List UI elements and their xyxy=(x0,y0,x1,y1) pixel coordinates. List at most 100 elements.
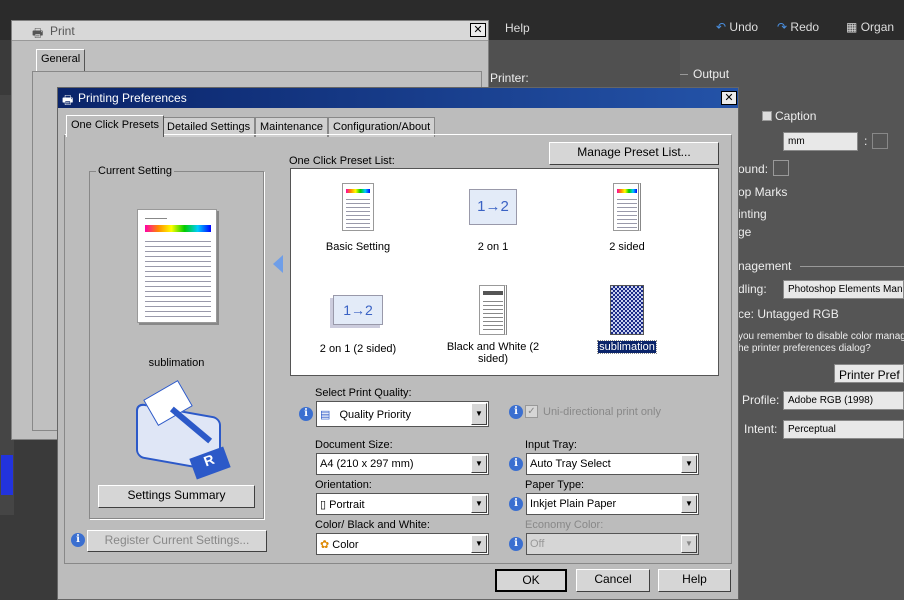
undo-button[interactable]: ↶ Undo xyxy=(716,20,758,34)
colon-separator: : xyxy=(864,134,868,148)
input-tray-label: Input Tray: xyxy=(525,439,577,451)
print-quality-label: Select Print Quality: xyxy=(315,387,412,399)
print-dialog-title: Print xyxy=(50,24,75,38)
printer-label: Printer: xyxy=(490,71,529,85)
cancel-button[interactable]: Cancel xyxy=(576,569,650,592)
quality-icon: ▤ xyxy=(320,409,331,421)
current-setting-name: sublimation xyxy=(148,357,205,369)
document-size-value: A4 (210 x 297 mm) xyxy=(320,458,414,470)
tab-maintenance-label: Maintenance xyxy=(260,121,323,133)
help-menu[interactable]: Help xyxy=(505,21,530,35)
info-icon[interactable]: i xyxy=(71,533,85,547)
printer-icon: 🖶 xyxy=(62,93,74,107)
print-dialog-titlebar: 🖶 Print xyxy=(12,21,488,41)
crop-marks-label: op Marks xyxy=(738,185,788,199)
info-icon[interactable]: i xyxy=(509,497,523,511)
preset-black-and-white-2-sided[interactable]: Black and White (2 sided) xyxy=(433,285,553,365)
image-label: ge xyxy=(738,225,752,239)
caption-checkbox[interactable] xyxy=(762,111,772,121)
rendering-intent-value: Perceptual xyxy=(788,424,836,435)
register-current-settings-button[interactable]: Register Current Settings... xyxy=(87,530,267,552)
current-setting-group: Current Setting sublimation R Settings S… xyxy=(89,165,264,519)
preset-list: Basic Setting 1→2 2 on 1 2 sided 1→2 2 o… xyxy=(290,168,719,376)
chevron-down-icon[interactable]: ▼ xyxy=(471,455,487,473)
economy-color-label: Economy Color: xyxy=(525,519,604,531)
orientation-select[interactable]: ▯ Portrait ▼ xyxy=(316,493,489,515)
economy-color-select[interactable]: Off ▼ xyxy=(526,533,699,555)
preset-2-sided[interactable]: 2 sided xyxy=(567,183,687,253)
document-icon xyxy=(342,183,374,231)
preset-sublimation[interactable]: sublimation xyxy=(567,285,687,354)
close-icon: ✕ xyxy=(473,24,483,36)
two-on-one-two-sided-icon: 1→2 xyxy=(333,295,383,325)
settings-summary-label: Settings Summary xyxy=(127,488,226,502)
register-current-settings-label: Register Current Settings... xyxy=(104,533,250,547)
background-swatch[interactable] xyxy=(773,160,789,176)
unidirectional-checkbox[interactable]: ✓ xyxy=(525,405,538,418)
tab-one-click-presets[interactable]: One Click Presets xyxy=(66,115,165,137)
manage-preset-list-button[interactable]: Manage Preset List... xyxy=(549,142,719,165)
print-close-button[interactable]: ✕ xyxy=(470,23,486,37)
ok-button[interactable]: OK xyxy=(495,569,567,592)
color-palette-icon: ✿ xyxy=(320,539,330,551)
color-management-divider xyxy=(800,266,904,267)
current-setting-preview xyxy=(137,209,217,323)
close-icon: ✕ xyxy=(724,92,734,104)
sublimation-icon xyxy=(610,285,644,335)
organizer-button[interactable]: ▦ Organ xyxy=(846,20,894,34)
tab-general[interactable]: General xyxy=(36,49,86,71)
document-size-select[interactable]: A4 (210 x 297 mm) ▼ xyxy=(316,453,489,475)
info-icon[interactable]: i xyxy=(509,457,523,471)
paper-type-select[interactable]: Inkjet Plain Paper ▼ xyxy=(526,493,699,515)
color-handling-value: Photoshop Elements Mana xyxy=(788,284,904,295)
black-white-icon xyxy=(479,285,507,335)
color-warning-line2: he printer preferences dialog? xyxy=(738,343,871,354)
info-icon[interactable]: i xyxy=(299,407,313,421)
tab-one-click-presets-label: One Click Presets xyxy=(71,119,160,131)
profile-label: Profile: xyxy=(742,393,780,407)
color-handling-select[interactable]: Photoshop Elements Mana xyxy=(783,280,904,299)
two-sided-icon xyxy=(613,183,641,231)
help-button[interactable]: Help xyxy=(658,569,731,592)
foreground-color-swatch[interactable] xyxy=(1,455,13,495)
input-tray-select[interactable]: Auto Tray Select ▼ xyxy=(526,453,699,475)
printer-profile-select[interactable]: Adobe RGB (1998) xyxy=(783,391,904,410)
unit-select[interactable]: mm xyxy=(783,132,858,151)
redo-label: Redo xyxy=(790,20,820,34)
color-mode-value: Color xyxy=(332,539,359,551)
color-management-heading: nagement xyxy=(738,259,792,273)
redo-button[interactable]: ↷ Redo xyxy=(777,20,819,34)
chevron-down-icon[interactable]: ▼ xyxy=(471,535,487,553)
preset-2-on-1-2-sided[interactable]: 1→2 2 on 1 (2 sided) xyxy=(298,285,418,355)
chevron-down-icon[interactable]: ▼ xyxy=(681,455,697,473)
print-quality-select[interactable]: ▤ Quality Priority ▼ xyxy=(316,401,489,427)
print-quality-value: Quality Priority xyxy=(339,409,411,421)
two-on-one-icon: 1→2 xyxy=(469,189,517,225)
output-divider xyxy=(680,74,688,75)
preset-2-on-1-2-sided-label: 2 on 1 (2 sided) xyxy=(319,343,397,355)
document-size-label: Document Size: xyxy=(315,439,393,451)
preset-2-on-1[interactable]: 1→2 2 on 1 xyxy=(433,183,553,253)
preset-2-on-1-label: 2 on 1 xyxy=(477,241,509,253)
chevron-down-icon[interactable]: ▼ xyxy=(681,495,697,513)
printer-preferences-button[interactable]: Printer Pref xyxy=(834,364,904,383)
preset-2-sided-label: 2 sided xyxy=(609,241,645,253)
settings-summary-button[interactable]: Settings Summary xyxy=(98,485,255,508)
preset-basic-setting[interactable]: Basic Setting xyxy=(298,183,418,253)
paper-type-value: Inkjet Plain Paper xyxy=(530,498,617,510)
scroll-left-arrow-icon[interactable] xyxy=(273,255,283,273)
chevron-down-icon[interactable]: ▼ xyxy=(471,403,487,425)
printing-label: inting xyxy=(738,207,767,221)
background-label: ound: xyxy=(738,162,769,176)
color-mode-select[interactable]: ✿ Color ▼ xyxy=(316,533,489,555)
current-setting-label: Current Setting xyxy=(96,165,174,177)
info-icon[interactable]: i xyxy=(509,405,523,419)
rendering-intent-select[interactable]: Perceptual xyxy=(783,420,904,439)
printer-profile-value: Adobe RGB (1998) xyxy=(788,395,874,406)
portrait-icon: ▯ xyxy=(320,499,327,511)
chevron-down-icon[interactable]: ▼ xyxy=(681,535,697,553)
preferences-close-button[interactable]: ✕ xyxy=(721,91,737,105)
unit-value-box[interactable] xyxy=(872,133,888,149)
chevron-down-icon[interactable]: ▼ xyxy=(471,495,487,513)
info-icon[interactable]: i xyxy=(509,537,523,551)
